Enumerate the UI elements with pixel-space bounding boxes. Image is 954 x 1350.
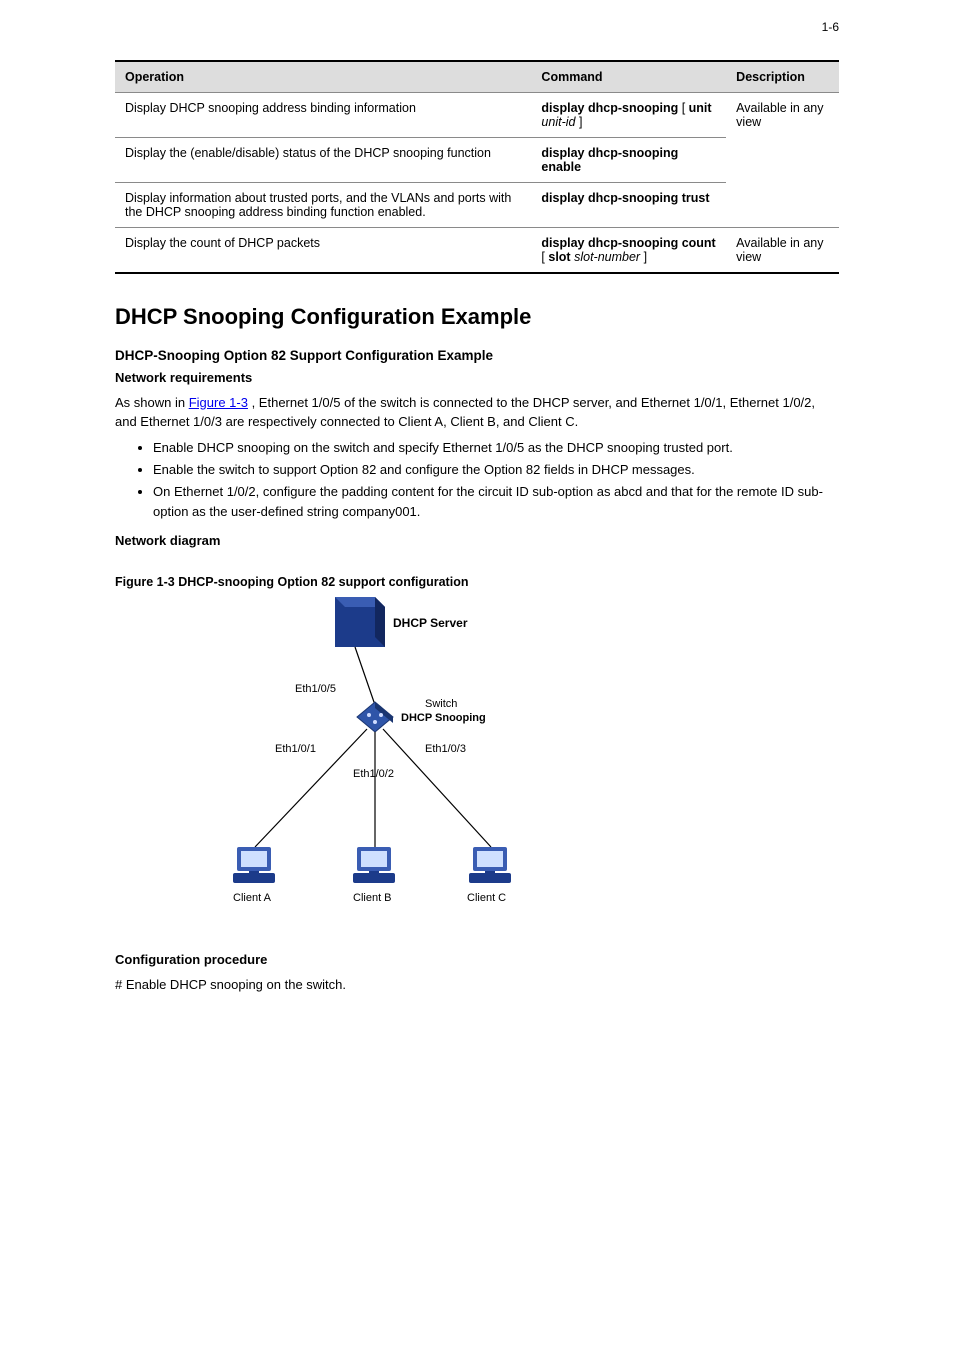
pc-icon <box>353 847 395 883</box>
list-item: Enable DHCP snooping on the switch and s… <box>153 438 839 458</box>
cell-cmd: display dhcp-snooping [ unit unit-id ] <box>531 93 726 138</box>
cell-desc: Available in any view <box>726 93 839 228</box>
table-row: Display DHCP snooping address binding in… <box>115 93 839 138</box>
config-procedure-heading: Configuration procedure <box>115 951 839 970</box>
network-diagram: DHCP Server Eth1/0/5 Switch DHCP Snoopin… <box>215 597 535 927</box>
subsection-title: DHCP-Snooping Option 82 Support Configur… <box>115 348 839 363</box>
dhcp-server-label: DHCP Server <box>393 616 468 630</box>
switch-snooping-label: DHCP Snooping <box>401 712 486 724</box>
eth2-label: Eth1/0/2 <box>353 768 394 780</box>
operations-table: Operation Command Description Display DH… <box>115 60 839 274</box>
switch-icon <box>357 702 393 732</box>
pc-icon <box>233 847 275 883</box>
figure-link[interactable]: Figure 1-3 <box>189 395 248 410</box>
cell-op: Display information about trusted ports,… <box>115 183 531 228</box>
client-a-label: Client A <box>233 892 272 904</box>
cell-op: Display the count of DHCP packets <box>115 228 531 274</box>
cell-desc: Available in any view <box>726 228 839 274</box>
client-b-label: Client B <box>353 892 392 904</box>
cell-cmd: display dhcp-snooping trust <box>531 183 726 228</box>
config-step: # Enable DHCP snooping on the switch. <box>115 976 839 995</box>
list-item: On Ethernet 1/0/2, configure the padding… <box>153 482 839 522</box>
eth5-label: Eth1/0/5 <box>295 683 336 695</box>
pc-icon <box>469 847 511 883</box>
th-command: Command <box>531 61 726 93</box>
eth3-label: Eth1/0/3 <box>425 743 466 755</box>
network-requirements-heading: Network requirements <box>115 369 839 388</box>
switch-label: Switch <box>425 698 457 710</box>
cell-op: Display DHCP snooping address binding in… <box>115 93 531 138</box>
eth1-label: Eth1/0/1 <box>275 743 316 755</box>
th-operation: Operation <box>115 61 531 93</box>
network-requirements-text: As shown in Figure 1-3 , Ethernet 1/0/5 … <box>115 394 839 432</box>
cell-cmd: display dhcp-snooping count [ slot slot-… <box>531 228 726 274</box>
page-number: 1-6 <box>822 20 839 34</box>
cell-op: Display the (enable/disable) status of t… <box>115 138 531 183</box>
server-icon <box>335 597 385 647</box>
cell-cmd: display dhcp-snooping enable <box>531 138 726 183</box>
nr-prefix: As shown in <box>115 395 189 410</box>
client-c-label: Client C <box>467 892 506 904</box>
list-item: Enable the switch to support Option 82 a… <box>153 460 839 480</box>
section-title: DHCP Snooping Configuration Example <box>115 304 839 330</box>
requirements-list: Enable DHCP snooping on the switch and s… <box>115 438 839 523</box>
table-row: Display the count of DHCP packets displa… <box>115 228 839 274</box>
th-description: Description <box>726 61 839 93</box>
figure-caption: Figure 1-3 DHCP-snooping Option 82 suppo… <box>115 575 839 589</box>
network-diagram-heading: Network diagram <box>115 532 839 551</box>
